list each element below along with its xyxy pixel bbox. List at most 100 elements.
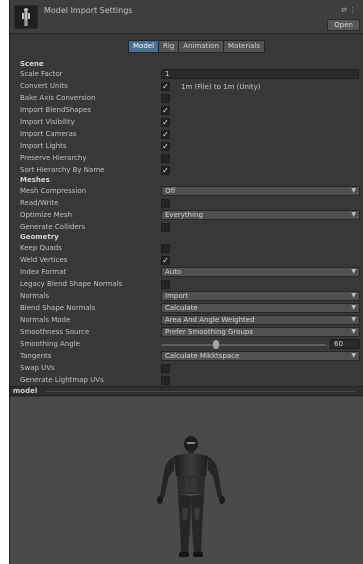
smoothing-angle-slider-thumb[interactable] xyxy=(213,340,219,349)
smoothness-source-value: Prefer Smoothing Groups xyxy=(165,328,254,336)
chevron-down-icon: ▼ xyxy=(351,304,356,311)
inspector-title: Model Import Settings xyxy=(44,6,133,15)
tab-model[interactable]: Model xyxy=(128,40,160,53)
mesh-compression-dropdown[interactable]: Off ▼ xyxy=(161,186,360,196)
chevron-down-icon: ▼ xyxy=(351,316,356,323)
generate-lightmap-uvs-checkbox[interactable] xyxy=(161,376,170,385)
tangents-label: Tangents xyxy=(20,352,52,360)
row-sort-hierarchy: Sort Hierarchy By Name ✓ xyxy=(10,165,363,176)
scale-factor-label: Scale Factor xyxy=(20,70,63,78)
preview-header[interactable]: model xyxy=(10,386,363,396)
sort-hierarchy-checkbox[interactable]: ✓ xyxy=(161,166,170,175)
model-preview[interactable] xyxy=(10,397,363,564)
sort-hierarchy-label: Sort Hierarchy By Name xyxy=(20,166,105,174)
character-model-preview xyxy=(157,436,225,557)
legacy-blend-shape-normals-checkbox[interactable] xyxy=(161,280,170,289)
import-lights-label: Import Lights xyxy=(20,142,67,150)
open-button[interactable]: Open xyxy=(327,19,360,31)
chevron-down-icon: ▼ xyxy=(351,328,356,335)
optimize-mesh-value: Everything xyxy=(165,211,203,219)
convert-units-control: ✓ 1m (File) to 1m (Unity) xyxy=(161,82,261,91)
row-mesh-compression: Mesh Compression Off ▼ xyxy=(10,186,363,197)
section-geometry-title: Geometry xyxy=(20,233,59,241)
row-tangents: Tangents Calculate Mikktspace ▼ xyxy=(10,351,363,362)
header-icons: ⇄⋮ xyxy=(341,6,358,14)
blend-shape-normals-value: Calculate xyxy=(165,304,198,312)
weld-vertices-label: Weld Vertices xyxy=(20,256,68,264)
smoothness-source-dropdown[interactable]: Prefer Smoothing Groups ▼ xyxy=(161,327,360,337)
legacy-blend-shape-normals-label: Legacy Blend Shape Normals xyxy=(20,280,123,288)
index-format-label: Index Format xyxy=(20,268,67,276)
row-preserve-hierarchy: Preserve Hierarchy xyxy=(10,153,363,164)
optimize-mesh-label: Optimize Mesh xyxy=(20,211,73,219)
read-write-checkbox[interactable] xyxy=(161,199,170,208)
row-legacy-blend-shape-normals: Legacy Blend Shape Normals xyxy=(10,279,363,290)
normals-mode-label: Normals Mode xyxy=(20,316,71,324)
row-bake-axis-conversion: Bake Axis Conversion xyxy=(10,93,363,104)
section-scene-title: Scene xyxy=(20,60,44,68)
row-blend-shape-normals: Blend Shape Normals Calculate ▼ xyxy=(10,303,363,314)
normals-mode-dropdown[interactable]: Area And Angle Weighted ▼ xyxy=(161,315,360,325)
generate-colliders-checkbox[interactable] xyxy=(161,223,170,232)
keep-quads-label: Keep Quads xyxy=(20,244,62,252)
preview-drag-handle[interactable] xyxy=(46,391,356,392)
blend-shape-normals-dropdown[interactable]: Calculate ▼ xyxy=(161,303,360,313)
import-visibility-checkbox[interactable]: ✓ xyxy=(161,118,170,127)
row-normals: Normals Import ▼ xyxy=(10,291,363,302)
index-format-dropdown[interactable]: Auto ▼ xyxy=(161,267,360,277)
preserve-hierarchy-checkbox[interactable] xyxy=(161,154,170,163)
normals-mode-value: Area And Angle Weighted xyxy=(165,316,255,324)
row-normals-mode: Normals Mode Area And Angle Weighted ▼ xyxy=(10,315,363,326)
row-convert-units: Convert Units ✓ 1m (File) to 1m (Unity) xyxy=(10,81,363,92)
generate-lightmap-uvs-label: Generate Lightmap UVs xyxy=(20,376,104,384)
preview-title: model xyxy=(13,387,38,395)
row-keep-quads: Keep Quads xyxy=(10,243,363,254)
importer-tabs: Model Rig Animation Materials xyxy=(128,40,266,53)
import-blendshapes-checkbox[interactable]: ✓ xyxy=(161,106,170,115)
import-blendshapes-label: Import BlendShapes xyxy=(20,106,91,114)
sliders-icon[interactable]: ⇄ xyxy=(341,6,349,14)
preserve-hierarchy-label: Preserve Hierarchy xyxy=(20,154,87,162)
bake-axis-conversion-checkbox[interactable] xyxy=(161,94,170,103)
inspector-header: Model Import Settings ⇄⋮ Open xyxy=(10,0,363,34)
model-thumbnail xyxy=(14,5,38,29)
normals-value: Import xyxy=(165,292,189,300)
convert-units-checkbox[interactable]: ✓ xyxy=(161,82,170,91)
smoothing-angle-slider[interactable] xyxy=(161,344,326,346)
keep-quads-checkbox[interactable] xyxy=(161,244,170,253)
swap-uvs-checkbox[interactable] xyxy=(161,364,170,373)
normals-dropdown[interactable]: Import ▼ xyxy=(161,291,360,301)
row-import-visibility: Import Visibility ✓ xyxy=(10,117,363,128)
row-generate-lightmap-uvs: Generate Lightmap UVs xyxy=(10,375,363,386)
row-scale-factor: Scale Factor 1 xyxy=(10,69,363,80)
row-import-lights: Import Lights ✓ xyxy=(10,141,363,152)
kebab-menu-icon[interactable]: ⋮ xyxy=(349,6,358,14)
weld-vertices-checkbox[interactable]: ✓ xyxy=(161,256,170,265)
chevron-down-icon: ▼ xyxy=(351,292,356,299)
smoothing-angle-value-field[interactable]: 60 xyxy=(330,339,360,349)
row-generate-colliders: Generate Colliders xyxy=(10,222,363,233)
chevron-down-icon: ▼ xyxy=(351,211,356,218)
row-smoothness-source: Smoothness Source Prefer Smoothing Group… xyxy=(10,327,363,338)
swap-uvs-label: Swap UVs xyxy=(20,364,55,372)
chevron-down-icon: ▼ xyxy=(351,268,356,275)
import-lights-checkbox[interactable]: ✓ xyxy=(161,142,170,151)
tab-animation[interactable]: Animation xyxy=(178,40,224,53)
convert-units-note: 1m (File) to 1m (Unity) xyxy=(181,83,261,91)
tab-materials[interactable]: Materials xyxy=(222,40,266,53)
index-format-value: Auto xyxy=(165,268,182,276)
tab-rig[interactable]: Rig xyxy=(158,40,180,53)
optimize-mesh-dropdown[interactable]: Everything ▼ xyxy=(161,210,360,220)
import-cameras-label: Import Cameras xyxy=(20,130,77,138)
normals-label: Normals xyxy=(20,292,49,300)
generate-colliders-label: Generate Colliders xyxy=(20,223,86,231)
row-index-format: Index Format Auto ▼ xyxy=(10,267,363,278)
scale-factor-field[interactable]: 1 xyxy=(161,69,359,79)
row-optimize-mesh: Optimize Mesh Everything ▼ xyxy=(10,210,363,221)
row-read-write: Read/Write xyxy=(10,198,363,209)
mesh-compression-value: Off xyxy=(165,187,176,195)
convert-units-label: Convert Units xyxy=(20,82,68,90)
tangents-dropdown[interactable]: Calculate Mikktspace ▼ xyxy=(161,351,360,361)
import-cameras-checkbox[interactable]: ✓ xyxy=(161,130,170,139)
row-swap-uvs: Swap UVs xyxy=(10,363,363,374)
